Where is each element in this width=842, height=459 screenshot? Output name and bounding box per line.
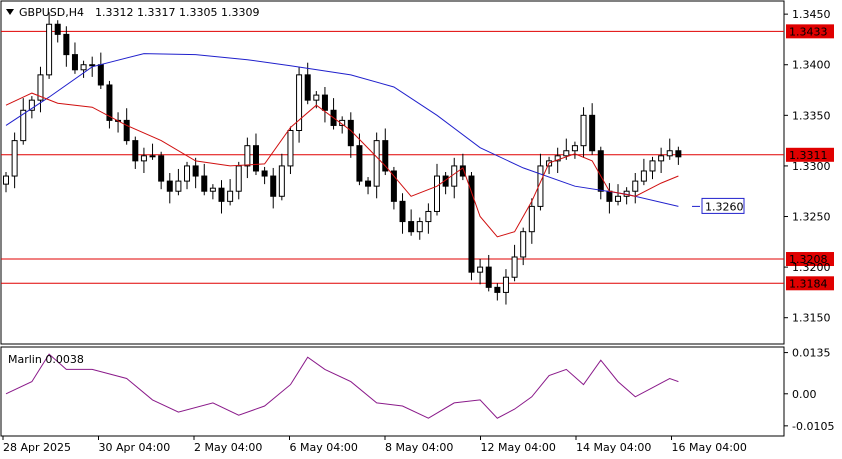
candle-body (304, 74, 311, 101)
ohlc-readout: 1.3312 1.3317 1.3305 1.3309 (95, 6, 259, 19)
oscillator-tick-label: 0.0135 (792, 347, 831, 360)
candle-body (313, 94, 320, 101)
time-tick-label: 12 May 04:00 (481, 441, 556, 454)
candle-body (347, 119, 354, 147)
oscillator-tick-label: -0.0105 (792, 420, 834, 433)
candle-body (321, 94, 328, 111)
candle-body (89, 64, 96, 67)
candle-body (46, 23, 53, 76)
time-tick-label: 14 May 04:00 (576, 441, 651, 454)
candle-body (416, 221, 423, 233)
candle-body (132, 140, 139, 162)
candle-body (408, 221, 415, 233)
time-tick-label: 28 Apr 2025 (3, 441, 71, 454)
candle-body (235, 165, 242, 192)
candle-body (175, 180, 182, 192)
candle-body (252, 145, 259, 172)
level-price-label: 1.3433 (789, 25, 828, 38)
candle-body (3, 175, 9, 185)
price-tick-label: 1.3150 (792, 312, 831, 325)
candle-body (520, 231, 527, 258)
candle-body (485, 266, 492, 288)
ma-value-label: 1.3260 (705, 200, 744, 213)
candle-body (675, 150, 682, 158)
time-tick-label: 8 May 04:00 (385, 441, 453, 454)
candle-body (201, 175, 208, 192)
candle-body (477, 266, 484, 273)
candle-body (502, 276, 509, 293)
candle-body (528, 205, 535, 233)
candle-body (71, 54, 78, 71)
candle-body (166, 180, 173, 192)
candle-body (615, 195, 622, 202)
candle-body (365, 180, 372, 187)
candle-body (563, 150, 570, 157)
candle-body (270, 175, 277, 197)
candle-body (261, 170, 268, 177)
price-tick-label: 1.3450 (792, 8, 831, 21)
candle-body (606, 190, 613, 202)
candle-body (571, 145, 578, 152)
candle-body (399, 200, 406, 223)
oscillator-tick-label: 0.00 (792, 388, 817, 401)
time-tick-label: 2 May 04:00 (194, 441, 262, 454)
candle-body (451, 165, 458, 187)
price-tick-label: 1.3400 (792, 59, 831, 72)
candle-body (11, 140, 18, 177)
candle-body (640, 170, 647, 182)
candle-body (511, 256, 518, 278)
candle-body (278, 165, 285, 197)
time-tick-label: 30 Apr 04:00 (99, 441, 171, 454)
candle-body (192, 165, 199, 177)
symbol-label: GBPUSD,H4 (19, 6, 84, 19)
price-tick-label: 1.3250 (792, 211, 831, 224)
candle-body (158, 155, 165, 182)
candle-body (666, 150, 673, 157)
candle-body (649, 160, 656, 172)
price-tick-label: 1.3300 (792, 160, 831, 173)
candle-body (494, 286, 501, 293)
candle-body (184, 165, 191, 182)
candle-body (425, 210, 432, 223)
candle-body (589, 114, 596, 152)
candle-body (209, 187, 216, 192)
level-price-label: 1.3184 (789, 277, 828, 290)
candle-body (97, 64, 104, 86)
candle-body (434, 175, 440, 212)
candle-body (356, 145, 363, 182)
candle-body (80, 64, 87, 71)
candle-body (244, 145, 251, 167)
candle-body (373, 140, 380, 187)
time-tick-label: 16 May 04:00 (672, 441, 747, 454)
candle-body (468, 175, 475, 273)
candle-body (227, 190, 234, 202)
candle-body (123, 119, 130, 142)
candle-body (149, 155, 156, 158)
candle-body (580, 114, 587, 147)
indicator-label: Marlin 0.0038 (8, 353, 84, 366)
candle-body (54, 23, 61, 35)
candle-body (63, 33, 70, 56)
price-tick-label: 1.3200 (792, 261, 831, 274)
candle-body (658, 155, 665, 162)
candle-body (140, 155, 147, 162)
candle-body (597, 150, 604, 192)
candle-body (632, 180, 639, 192)
price-chart: 1.34331.33111.32081.3184 1.3260 1.34501.… (0, 0, 842, 459)
price-tick-label: 1.3350 (792, 109, 831, 122)
candle-body (287, 130, 294, 167)
candle-body (218, 187, 225, 202)
time-tick-label: 6 May 04:00 (290, 441, 358, 454)
